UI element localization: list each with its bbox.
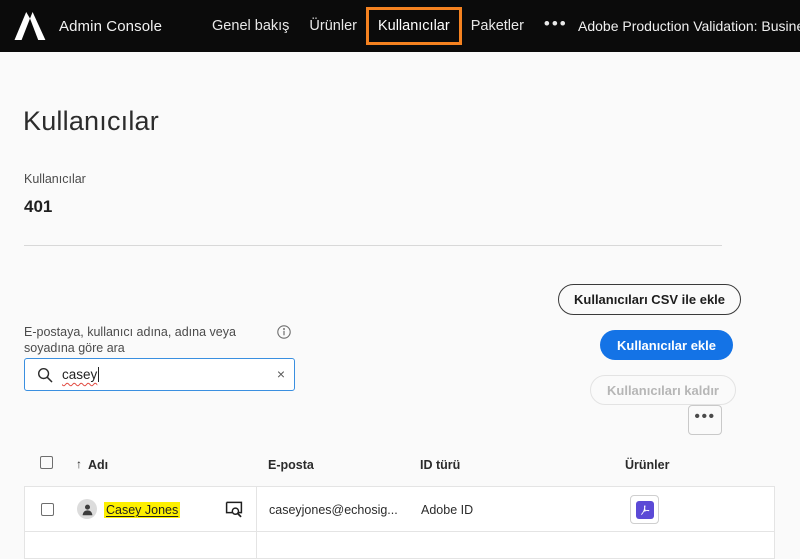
search-input-value: casey [62,367,98,382]
nav-item-packages[interactable]: Paketler [461,13,534,39]
users-count-label: Kullanıcılar [24,172,86,186]
column-header-name[interactable]: Adı [88,458,108,472]
product-badge[interactable] [630,495,659,524]
cell-email: caseyjones@echosig... [269,503,398,517]
section-divider [24,245,722,246]
nav-item-overview[interactable]: Genel bakış [202,13,299,39]
add-users-by-csv-button[interactable]: Kullanıcıları CSV ile ekle [558,284,742,315]
table-header: ↑ Adı E-posta ID türü Ürünler [24,450,775,484]
add-users-button[interactable]: Kullanıcılar ekle [600,330,733,360]
clear-search-icon[interactable]: × [277,366,285,383]
nav-item-users[interactable]: Kullanıcılar [365,7,462,45]
top-navigation-bar: Admin Console Genel bakış Ürünler Kullan… [0,0,800,52]
sort-ascending-icon[interactable]: ↑ [76,457,82,471]
table-body: Casey Jones caseyjones@echosig... Adobe … [24,486,775,559]
column-header-products[interactable]: Ürünler [625,458,669,472]
user-avatar-icon [77,499,97,519]
page-body: Kullanıcılar Kullanıcılar 401 Kullanıcıl… [0,52,800,559]
text-caret [98,367,100,382]
cell-id-type: Adobe ID [421,503,474,517]
row-select-checkbox[interactable] [41,503,54,516]
info-circle-icon[interactable] [277,325,291,339]
view-details-icon[interactable] [225,500,243,518]
brand-title: Admin Console [59,17,163,35]
adobe-logo-icon[interactable] [13,10,47,42]
overflow-menu-icon[interactable]: ••• [534,14,578,38]
organization-name: Adobe Production Validation: BusinessTra [578,18,800,34]
column-header-email[interactable]: E-posta [268,458,314,472]
page-title: Kullanıcılar [23,106,159,136]
column-header-id-type[interactable]: ID türü [420,458,460,472]
search-value-wrapper: casey [62,367,100,382]
table-row[interactable]: Casey Jones caseyjones@echosig... Adobe … [25,487,774,532]
nav-item-products[interactable]: Ürünler [299,13,367,39]
search-label: E-postaya, kullanıcı adına, adına veya s… [24,325,236,355]
frozen-column-divider [256,487,257,558]
user-name-link[interactable]: Casey Jones [104,502,181,518]
acrobat-icon [635,500,654,519]
remove-users-button: Kullanıcıları kaldır [590,375,736,405]
select-all-checkbox[interactable] [40,456,53,469]
primary-nav: Genel bakış Ürünler Kullanıcılar Paketle… [202,7,578,45]
more-options-button[interactable]: ••• [688,405,722,435]
search-input[interactable]: casey × [24,358,295,391]
search-icon [37,367,53,383]
users-count-value: 401 [24,197,53,216]
